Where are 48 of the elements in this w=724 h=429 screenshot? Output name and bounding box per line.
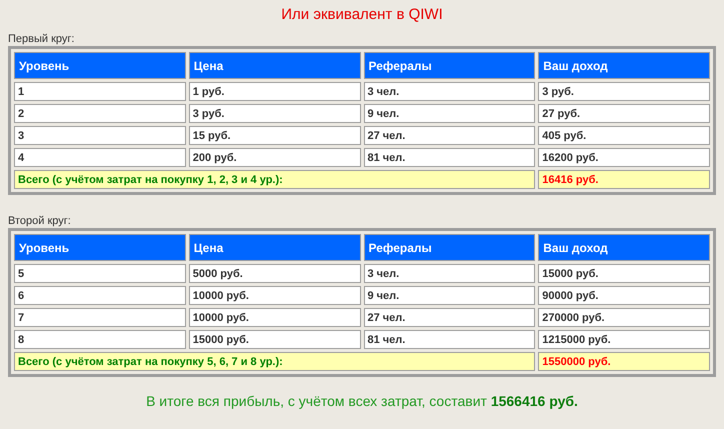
table-cell: 15 руб. <box>188 126 360 146</box>
table-cell: 1 руб. <box>188 82 360 102</box>
total-label: Всего (с учётом затрат на покупку 1, 2, 3 и 4 ур.): <box>14 170 536 190</box>
table-cell: 3 руб. <box>538 82 710 102</box>
table-cell: 5000 руб. <box>188 264 360 284</box>
column-header: Уровень <box>14 52 186 80</box>
column-header: Цена <box>188 234 360 262</box>
table-cell: 10000 руб. <box>188 308 360 328</box>
table-cell: 200 руб. <box>188 148 360 168</box>
section-label: Второй круг: <box>8 215 71 228</box>
table-cell: 15000 руб. <box>538 264 710 284</box>
table-cell: 270000 руб. <box>538 308 710 328</box>
page-title: Или эквивалент в QIWI <box>281 6 443 24</box>
table-cell: 6 <box>14 286 186 306</box>
table-cell: 1 <box>14 82 186 102</box>
table-cell: 3 <box>14 126 186 146</box>
section-label: Первый круг: <box>8 33 74 46</box>
column-header: Уровень <box>14 234 186 262</box>
table-cell: 2 <box>14 104 186 124</box>
table-cell: 405 руб. <box>538 126 710 146</box>
table-cell: 27 руб. <box>538 104 710 124</box>
table-cell: 4 <box>14 148 186 168</box>
table-cell: 3 руб. <box>188 104 360 124</box>
table-cell: 3 чел. <box>364 264 536 284</box>
table-cell: 7 <box>14 308 186 328</box>
column-header: Ваш доход <box>538 52 710 80</box>
total-value: 1550000 руб. <box>538 352 710 372</box>
table-cell: 81 чел. <box>364 330 536 350</box>
table-cell: 90000 руб. <box>538 286 710 306</box>
table-cell: 9 чел. <box>364 286 536 306</box>
table-cell: 5 <box>14 264 186 284</box>
total-value: 16416 руб. <box>538 170 710 190</box>
table-cell: 15000 руб. <box>188 330 360 350</box>
table-cell: 9 чел. <box>364 104 536 124</box>
column-header: Рефералы <box>364 52 536 80</box>
table-cell: 27 чел. <box>364 308 536 328</box>
table-cell: 3 чел. <box>364 82 536 102</box>
total-label: Всего (с учётом затрат на покупку 5, 6, 7 и 8 ур.): <box>14 352 536 372</box>
table-cell: 10000 руб. <box>188 286 360 306</box>
column-header: Ваш доход <box>538 234 710 262</box>
table-cell: 8 <box>14 330 186 350</box>
column-header: Рефералы <box>364 234 536 262</box>
table-cell: 16200 руб. <box>538 148 710 168</box>
table-cell: 81 чел. <box>364 148 536 168</box>
table-cell: 27 чел. <box>364 126 536 146</box>
summary-text: В итоге вся прибыль, с учётом всех затрат, составит 1566416 руб. <box>146 393 578 410</box>
column-header: Цена <box>188 52 360 80</box>
table-cell: 1215000 руб. <box>538 330 710 350</box>
